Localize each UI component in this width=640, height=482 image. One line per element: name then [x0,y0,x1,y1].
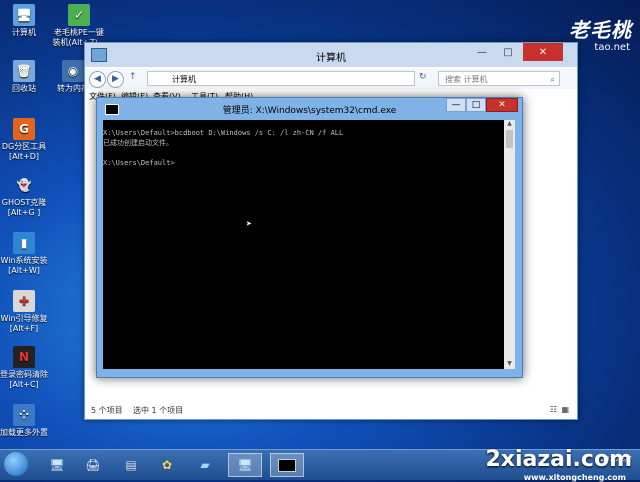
search-input[interactable]: 搜索 计算机 ⌕ [438,71,560,86]
computer-icon: 🖥 [237,458,253,472]
printer-icon: 🖨 [85,458,101,472]
chip-icon: ▤ [125,458,137,472]
desktop-icon-label: GHOST克隆 [1,198,47,207]
console-line: X:\Users\Default> [103,159,175,167]
desktop-icon-win-install[interactable]: ▮ Win系统安装 [Alt+W] [0,232,51,276]
cmd-close-button[interactable]: ✕ [486,98,518,112]
desktop-icon-sublabel: [Alt+C] [9,380,39,389]
desktop-icon-label: 加载更多外置 [0,428,48,437]
install-icon: ✓ [68,4,90,26]
desktop-icon-sublabel: [Alt+D] [9,152,39,161]
taskbar-explorer[interactable]: 🖥 [40,453,74,477]
address-bar-row: ◀ ▶ ↑ 计算机 ↻ 搜索 计算机 ⌕ [85,69,577,89]
notes-icon: ▰ [200,458,210,472]
dg-partition-icon: G [13,118,35,140]
console-scrollbar[interactable]: ▲ ▼ [504,120,515,369]
forward-button[interactable]: ▶ [107,71,124,88]
minimize-button[interactable]: — [469,43,495,61]
watermark-sub: www.xitongcheng.com [523,473,626,482]
boot-repair-icon: ✚ [13,290,35,312]
details-view-icon[interactable]: ☷ [550,405,557,414]
watermark-main: 2xiazai.com [485,447,632,472]
desktop-icon-dg-partition[interactable]: G DG分区工具 [Alt+D] [0,118,51,162]
mouse-cursor-icon: ➤ [246,219,253,230]
address-text: 计算机 [172,75,196,84]
desktop-icon-sublabel: [Alt+F] [9,324,39,333]
desktop-icon-label: 回收站 [12,84,36,93]
desktop-icon-sublabel: [Alt+G ] [7,208,41,217]
cmd-minimize-button[interactable]: — [446,98,466,112]
desktop-icon-label: 登录密码清除 [0,370,48,379]
load-more-icon: ⁘ [13,404,35,426]
maximize-button[interactable]: □ [495,43,521,61]
watermark: 2xiazai.com www.xitongcheng.com [485,447,632,482]
win-install-icon: ▮ [13,232,35,254]
brand-url: tao.net [594,42,630,53]
taskbar-cmd-window[interactable] [270,453,304,477]
cmd-window: 管理员: X:\Windows\system32\cmd.exe — □ ✕ X… [96,97,523,378]
explorer-titlebar[interactable]: 计算机 — □ ✕ [85,43,577,67]
brand-logo: 老毛桃 tao.net [569,14,632,53]
up-button[interactable]: ↑ [129,72,137,82]
search-placeholder: 搜索 计算机 [445,75,488,84]
memory-icon: ◉ [62,60,84,82]
desktop-icon-label: 计算机 [12,28,36,37]
console-output[interactable]: X:\Users\Default>bcdboot D:\Windows /s C… [103,120,504,369]
console-line: 已成功创建启动文件。 [103,139,173,147]
explorer-status-bar: 5 个项目 选中 1 个项目 ☷ ▦ [85,399,577,419]
large-icons-view-icon[interactable]: ▦ [561,405,569,414]
close-button[interactable]: ✕ [523,43,563,61]
desktop-icon-boot-repair[interactable]: ✚ Win引导修复 [Alt+F] [0,290,51,334]
address-input[interactable]: 计算机 [147,71,415,86]
back-button[interactable]: ◀ [89,71,106,88]
brand-logo-text: 老毛桃 [569,18,632,42]
scroll-down-icon[interactable]: ▼ [504,360,515,369]
taskbar-tools[interactable]: ✿ [150,453,184,477]
computer-icon: 🖥 [49,458,65,472]
taskbar-memory[interactable]: ▤ [114,453,148,477]
scroll-thumb[interactable] [506,130,513,148]
taskbar-notes[interactable]: ▰ [188,453,222,477]
desktop-icon-sublabel: [Alt+W] [8,266,40,275]
desktop-icon-label: 老毛桃PE一键 [54,28,104,37]
tools-icon: ✿ [161,458,173,472]
password-clear-icon: N [13,346,35,368]
taskbar-computer-window[interactable]: 🖥 [228,453,262,477]
cmd-maximize-button[interactable]: □ [466,98,486,112]
desktop-icon-label: Win引导修复 [0,314,48,323]
status-item-count: 5 个项目 [91,406,123,415]
desktop-icon-recycle-bin[interactable]: 🗑 回收站 [0,60,51,94]
cmd-icon [278,458,296,472]
status-selected-count: 选中 1 个项目 [133,406,184,415]
ghost-icon: 👻 [16,178,32,192]
desktop-icon-label: Win系统安装 [0,256,48,265]
computer-icon: 🖥 [13,4,35,26]
desktop-icon-computer[interactable]: 🖥 计算机 [0,4,51,38]
desktop-icon-load-more[interactable]: ⁘ 加载更多外置 [0,404,51,438]
desktop-icon-label: DG分区工具 [1,142,47,151]
refresh-button[interactable]: ↻ [419,72,427,82]
recycle-bin-icon: 🗑 [13,60,35,82]
start-button[interactable] [4,452,28,476]
cmd-titlebar[interactable]: 管理员: X:\Windows\system32\cmd.exe — □ ✕ [97,98,522,120]
taskbar-printer[interactable]: 🖨 [76,453,110,477]
search-icon: ⌕ [550,75,555,84]
desktop-icon-password-clear[interactable]: N 登录密码清除 [Alt+C] [0,346,51,390]
console-line: X:\Users\Default>bcdboot D:\Windows /s C… [103,129,344,137]
desktop-icon-ghost[interactable]: 👻 GHOST克隆 [Alt+G ] [0,174,51,218]
scroll-up-icon[interactable]: ▲ [504,120,515,129]
